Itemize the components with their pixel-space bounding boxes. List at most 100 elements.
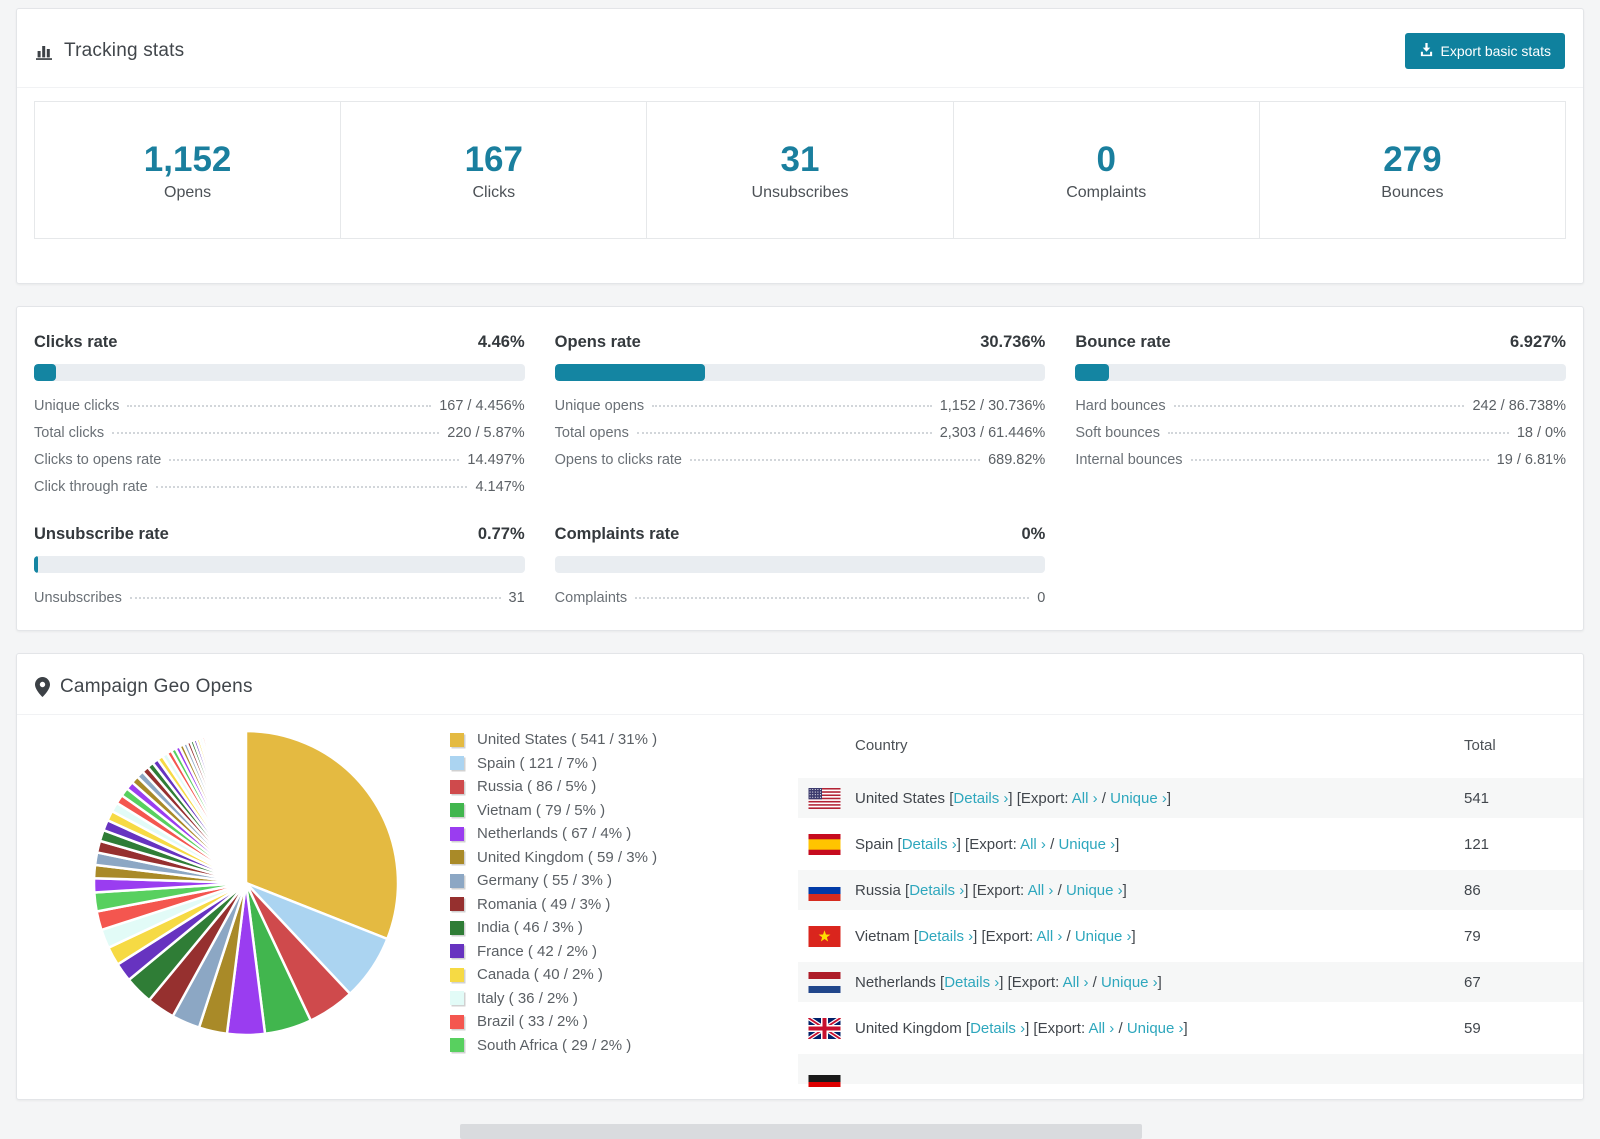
- stat-label: Clicks: [472, 184, 516, 201]
- export-unique-link[interactable]: Unique ›: [1101, 974, 1158, 991]
- details-link[interactable]: Details ›: [902, 836, 957, 853]
- rate-title: Complaints rate: [554, 525, 680, 543]
- rates-panel: Clicks rate 4.46% Unique clicks 167 / 4.4…: [16, 306, 1584, 631]
- export-all-link[interactable]: All ›: [1028, 882, 1054, 899]
- bar-chart-icon: [35, 42, 54, 61]
- legend-label: Spain ( 121 / 7% ): [477, 754, 598, 772]
- stat-row: Opens to clicks rate 689.82%: [554, 452, 1046, 468]
- geo-opens-panel: Campaign Geo Opens United States ( 541 /…: [16, 653, 1584, 1100]
- details-link[interactable]: Details ›: [918, 928, 973, 945]
- total-value: 67: [1464, 973, 1481, 991]
- rate-title: Opens rate: [554, 333, 641, 351]
- legend-label: Romania ( 49 / 3% ): [477, 895, 611, 913]
- export-all-link[interactable]: All ›: [1036, 928, 1062, 945]
- progress-bar: [34, 556, 525, 573]
- stat-value: 31: [780, 140, 820, 179]
- country-cell: Russia [Details ›] [Export: All › / Uniq…: [855, 881, 1127, 899]
- progress-bar: [1075, 364, 1566, 381]
- rate-percent: 0.77%: [477, 525, 525, 543]
- progress-bar: [34, 364, 525, 381]
- table-row: Spain [Details ›] [Export: All › / Uniqu…: [798, 821, 1583, 867]
- flag-gb-icon: [807, 1015, 842, 1041]
- export-unique-link[interactable]: Unique ›: [1066, 882, 1123, 899]
- export-download-icon: [1419, 42, 1434, 60]
- legend-item: France ( 42 / 2% ): [450, 943, 772, 960]
- dotted-leader: [689, 459, 981, 461]
- legend-label: Russia ( 86 / 5% ): [477, 778, 597, 795]
- export-all-link[interactable]: All ›: [1088, 1020, 1114, 1037]
- export-all-link[interactable]: All ›: [1063, 974, 1089, 991]
- tracking-stats-header: Tracking stats Export basic stats: [17, 9, 1583, 88]
- stat-row: Total opens 2,303 / 61.446%: [554, 425, 1046, 441]
- legend-label: Italy ( 36 / 2% ): [477, 989, 578, 1007]
- stat-label: Unsubscribes: [751, 184, 849, 201]
- legend-item: Russia ( 86 / 5% ): [450, 778, 772, 795]
- stat-label: Bounces: [1381, 184, 1444, 201]
- stat-unsubscribes: 31 Unsubscribes: [647, 102, 954, 238]
- export-all-link[interactable]: All ›: [1072, 790, 1098, 807]
- export-unique-link[interactable]: Unique ›: [1127, 1020, 1184, 1037]
- rate-percent: 0%: [1021, 525, 1046, 543]
- dotted-leader: [635, 597, 1030, 599]
- table-header-row: Country Total: [798, 715, 1583, 775]
- export-unique-link[interactable]: Unique ›: [1058, 836, 1115, 853]
- legend-label: Vietnam ( 79 / 5% ): [477, 801, 606, 819]
- export-unique-link[interactable]: Unique ›: [1075, 928, 1132, 945]
- table-body: United States [Details ›] [Export: All ›…: [798, 775, 1583, 1087]
- stat-label: Opens: [164, 184, 212, 201]
- export-unique-link[interactable]: Unique ›: [1110, 790, 1167, 807]
- details-link[interactable]: Details ›: [944, 974, 999, 991]
- total-value: 79: [1464, 927, 1481, 945]
- rate-percent: 4.46%: [477, 333, 525, 351]
- progress-bar: [554, 556, 1046, 573]
- dotted-leader: [1167, 432, 1509, 434]
- legend-label: India ( 46 / 3% ): [477, 919, 583, 936]
- rate-title: Clicks rate: [34, 333, 118, 351]
- horizontal-scrollbar-thumb[interactable]: [460, 1124, 1142, 1139]
- stat-value: 167: [464, 140, 523, 179]
- legend-item: Brazil ( 33 / 2% ): [450, 1013, 772, 1030]
- legend-swatch: [450, 756, 464, 770]
- export-basic-stats-button[interactable]: Export basic stats: [1404, 33, 1565, 69]
- stat-row: Total clicks 220 / 5.87%: [34, 425, 525, 441]
- table-row: [798, 1051, 1583, 1087]
- flag-de-icon: [808, 1075, 841, 1087]
- details-link[interactable]: Details ›: [953, 790, 1008, 807]
- pie-svg: [92, 729, 400, 1037]
- country-cell: Spain [Details ›] [Export: All › / Uniqu…: [855, 835, 1120, 853]
- stat-row: Complaints 0: [554, 590, 1046, 606]
- legend-swatch: [450, 991, 464, 1005]
- total-value: 121: [1464, 835, 1490, 853]
- details-link[interactable]: Details ›: [909, 882, 964, 899]
- legend-label: France ( 42 / 2% ): [477, 942, 598, 960]
- rates-grid: Clicks rate 4.46% Unique clicks 167 / 4.4…: [34, 333, 1566, 606]
- export-all-link[interactable]: All ›: [1020, 836, 1046, 853]
- legend-item: Germany ( 55 / 3% ): [450, 872, 772, 889]
- table-row: United States [Details ›] [Export: All ›…: [798, 775, 1583, 821]
- table-row: United Kingdom [Details ›] [Export: All …: [798, 1005, 1583, 1051]
- stat-row: Unique clicks 167 / 4.456%: [34, 398, 525, 414]
- details-link[interactable]: Details ›: [970, 1020, 1025, 1037]
- legend-swatch: [450, 944, 464, 958]
- stat-row: Clicks to opens rate 14.497%: [34, 452, 525, 468]
- stat-complaints: 0 Complaints: [954, 102, 1260, 238]
- stat-value: 279: [1383, 140, 1442, 179]
- stat-row: Internal bounces 19 / 6.81%: [1075, 452, 1566, 468]
- legend-swatch: [450, 897, 464, 911]
- rate-block-opens: Opens rate 30.736% Unique opens 1,152 / 3…: [554, 333, 1046, 495]
- table-row: Russia [Details ›] [Export: All › / Uniq…: [798, 867, 1583, 913]
- stat-row: Soft bounces 18 / 0%: [1075, 425, 1566, 441]
- column-header-total: Total: [1464, 736, 1496, 754]
- rate-title: Unsubscribe rate: [34, 525, 169, 543]
- stat-opens: 1,152 Opens: [35, 102, 342, 238]
- dotted-leader: [1173, 405, 1465, 407]
- legend-swatch: [450, 826, 464, 841]
- page: Tracking stats Export basic stats 1,152 …: [0, 0, 1600, 1100]
- legend-swatch: [450, 803, 464, 817]
- total-value: 59: [1464, 1019, 1481, 1037]
- flag-ru-icon: [808, 879, 841, 901]
- legend-label: Canada ( 40 / 2% ): [477, 966, 603, 983]
- panel-title: Campaign Geo Opens: [60, 676, 253, 697]
- legend-swatch: [450, 873, 464, 888]
- rate-block-clicks: Clicks rate 4.46% Unique clicks 167 / 4.4…: [34, 333, 525, 495]
